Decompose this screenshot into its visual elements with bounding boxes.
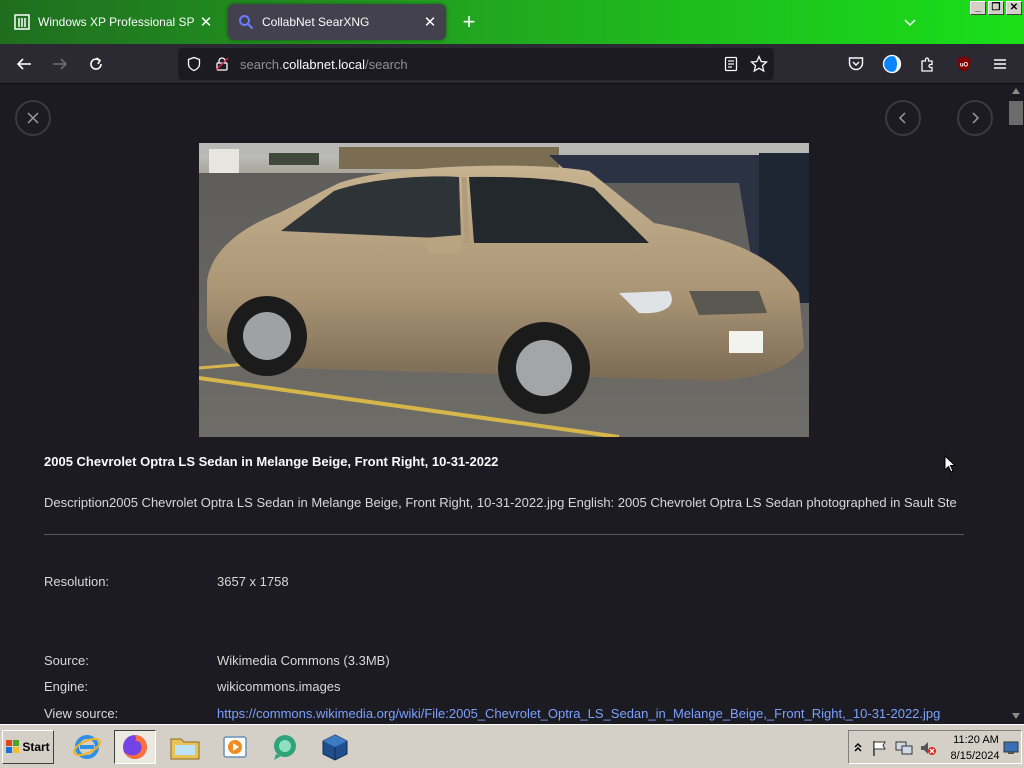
scrollbar-thumb[interactable] bbox=[1009, 101, 1023, 125]
image-description: Description2005 Chevrolet Optra LS Sedan… bbox=[44, 495, 957, 510]
network-icon[interactable] bbox=[895, 739, 913, 757]
engine-value: wikicommons.images bbox=[217, 679, 341, 694]
ublock-button[interactable]: uO bbox=[950, 50, 978, 78]
forward-button[interactable] bbox=[46, 50, 74, 78]
system-tray: 11:20 AM 8/15/2024 bbox=[848, 730, 1022, 764]
firefox-account-icon bbox=[882, 54, 902, 74]
source-label: Source: bbox=[44, 653, 89, 668]
tab-title: Windows XP Professional SP3 x86 bbox=[38, 15, 194, 29]
chevron-left-icon bbox=[898, 112, 906, 124]
url-text[interactable]: search.collabnet.local/search bbox=[240, 57, 408, 72]
action-center-flag-icon[interactable] bbox=[871, 739, 889, 757]
clock-time[interactable]: 11:20 AM bbox=[949, 734, 1003, 746]
chevron-right-icon bbox=[972, 112, 980, 124]
start-label: Start bbox=[22, 740, 50, 754]
navigation-toolbar: search.collabnet.local/search uO bbox=[0, 44, 1024, 84]
reload-icon bbox=[90, 57, 102, 70]
internet-explorer-icon bbox=[73, 735, 101, 759]
restore-button[interactable]: ❐ bbox=[988, 1, 1004, 15]
minimize-button[interactable]: _ bbox=[970, 1, 986, 15]
close-tab-icon[interactable]: ✕ bbox=[418, 10, 442, 34]
source-value: Wikimedia Commons (3.3MB) bbox=[217, 653, 390, 668]
svg-text:uO: uO bbox=[960, 63, 969, 69]
lock-icon[interactable] bbox=[214, 56, 230, 72]
chat-app-launcher[interactable] bbox=[264, 730, 306, 764]
back-button[interactable] bbox=[10, 50, 38, 78]
resolution-value: 3657 x 1758 bbox=[217, 574, 289, 589]
chevron-down-icon[interactable] bbox=[900, 12, 920, 32]
start-button[interactable]: Start bbox=[2, 730, 54, 764]
arrow-left-icon bbox=[16, 58, 31, 70]
windows-taskbar: Start 11:20 AM 8/15/2024 bbox=[0, 724, 1024, 768]
reader-view-icon[interactable] bbox=[723, 56, 739, 72]
engine-label: Engine: bbox=[44, 679, 89, 694]
tab-title: CollabNet SearXNG bbox=[262, 15, 370, 29]
pocket-icon bbox=[848, 57, 864, 71]
hamburger-menu-icon bbox=[994, 59, 1006, 69]
media-player-icon bbox=[223, 736, 247, 758]
address-bar[interactable]: search.collabnet.local/search bbox=[178, 48, 774, 80]
url-prefix: search. bbox=[240, 56, 283, 72]
file-explorer-launcher[interactable] bbox=[164, 730, 206, 764]
puzzle-icon bbox=[921, 57, 933, 72]
window-controls: _ ❐ ✕ bbox=[970, 1, 1022, 15]
shield-icon[interactable] bbox=[186, 56, 202, 72]
search-icon bbox=[239, 15, 254, 30]
virtualbox-icon bbox=[322, 734, 348, 761]
divider bbox=[44, 534, 964, 535]
close-icon bbox=[27, 112, 39, 124]
folder-icon bbox=[170, 738, 200, 760]
close-viewer-button[interactable] bbox=[15, 100, 51, 136]
volume-muted-icon[interactable] bbox=[919, 739, 937, 757]
previous-image-button[interactable] bbox=[885, 100, 921, 136]
scroll-down-arrow-icon[interactable] bbox=[1012, 713, 1020, 719]
close-window-button[interactable]: ✕ bbox=[1006, 1, 1022, 15]
view-source-label: View source: bbox=[44, 706, 119, 721]
car-photo bbox=[199, 143, 809, 437]
url-path: /search bbox=[365, 56, 408, 72]
vertical-scrollbar[interactable] bbox=[1008, 85, 1024, 724]
menu-button[interactable] bbox=[986, 50, 1014, 78]
firefox-icon bbox=[123, 735, 147, 759]
internet-explorer-launcher[interactable] bbox=[66, 730, 108, 764]
mouse-cursor-icon bbox=[944, 455, 956, 473]
result-image[interactable] bbox=[199, 143, 809, 437]
firefox-taskbar-button[interactable] bbox=[114, 730, 156, 764]
pocket-button[interactable] bbox=[842, 50, 870, 78]
image-title: 2005 Chevrolet Optra LS Sedan in Melange… bbox=[44, 454, 499, 469]
show-hidden-icons-icon[interactable] bbox=[853, 741, 863, 753]
chat-bubble-icon bbox=[274, 735, 296, 760]
bookmark-star-icon[interactable] bbox=[750, 55, 768, 73]
windows-logo-icon bbox=[6, 740, 20, 753]
tab-windows-xp[interactable]: Windows XP Professional SP3 x86 ✕ bbox=[4, 4, 222, 40]
tab-strip: Windows XP Professional SP3 x86 ✕ Collab… bbox=[0, 0, 1024, 44]
new-tab-button[interactable]: + bbox=[456, 10, 482, 36]
close-tab-icon[interactable]: ✕ bbox=[194, 10, 218, 34]
next-image-button[interactable] bbox=[957, 100, 993, 136]
media-player-launcher[interactable] bbox=[214, 730, 256, 764]
show-desktop-icon[interactable] bbox=[1003, 741, 1019, 755]
reload-button[interactable] bbox=[82, 50, 110, 78]
view-source-link[interactable]: https://commons.wikimedia.org/wiki/File:… bbox=[217, 706, 940, 721]
tab-collabnet-searxng[interactable]: CollabNet SearXNG ✕ bbox=[228, 4, 446, 40]
clock-date[interactable]: 8/15/2024 bbox=[945, 750, 1005, 762]
arrow-right-icon bbox=[53, 58, 68, 70]
ublock-origin-icon: uO bbox=[957, 56, 971, 72]
columns-icon bbox=[14, 14, 30, 30]
account-button[interactable] bbox=[878, 50, 906, 78]
virtualbox-launcher[interactable] bbox=[314, 730, 356, 764]
image-detail-viewer: 2005 Chevrolet Optra LS Sedan in Melange… bbox=[0, 85, 1008, 724]
resolution-label: Resolution: bbox=[44, 574, 110, 589]
url-host: collabnet.local bbox=[282, 56, 366, 72]
extensions-button[interactable] bbox=[914, 50, 942, 78]
scroll-up-arrow-icon[interactable] bbox=[1012, 88, 1020, 94]
